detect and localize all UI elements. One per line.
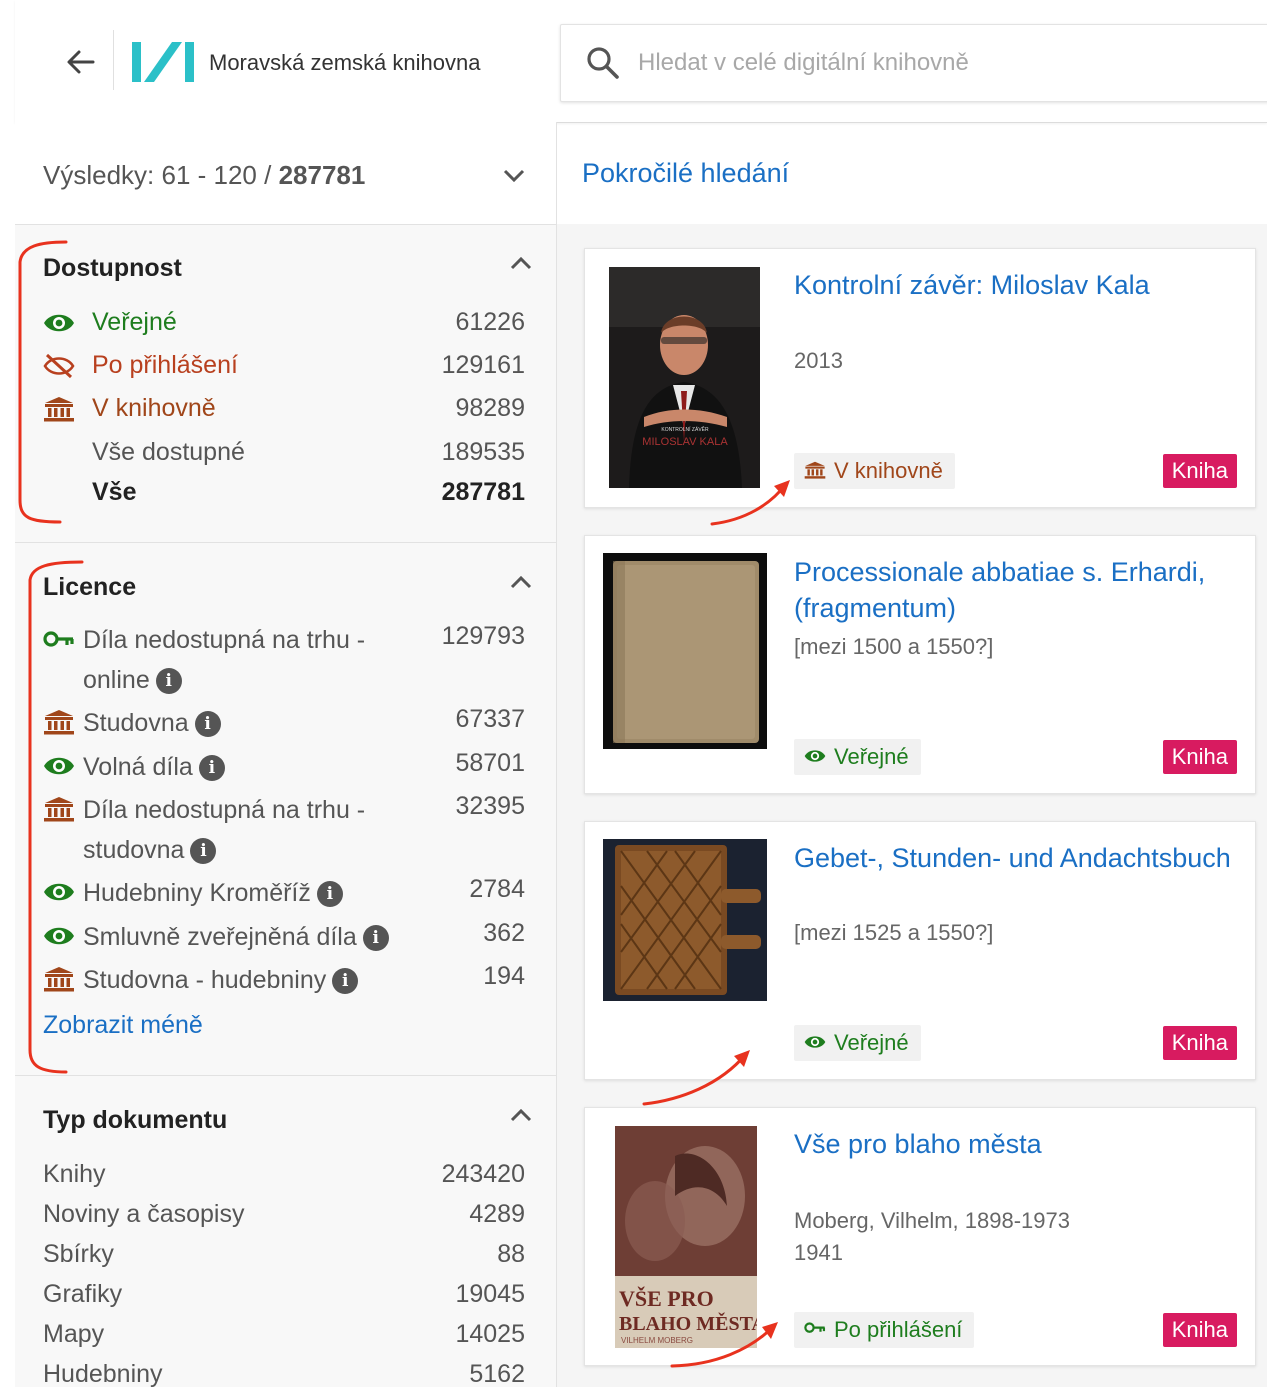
facet-sidebar: Výsledky: 61 - 120 / 287781 Dostupnost V… [15,122,557,1389]
library-icon [44,710,74,735]
arrow-left-icon [67,50,95,74]
access-badge: Veřejné [794,739,921,775]
search-icon [587,47,619,79]
cover-image[interactable] [603,839,767,1001]
svg-text:MILOSLAV KALA: MILOSLAV KALA [642,436,728,448]
result-card[interactable]: KONTROLNÍ ZÁVĚR MILOSLAV KALA Kontrolní … [584,248,1256,508]
access-badge: Po přihlášení [794,1312,975,1348]
card-meta: 2013 [794,348,843,373]
eye-icon [804,1036,826,1048]
library-icon [44,397,74,422]
type-item-grafiky[interactable]: Grafiky 19045 [43,1280,533,1309]
eye-icon [804,750,826,762]
key-icon [43,631,74,647]
library-name[interactable]: Moravská zemská knihovna [209,50,480,76]
card-title[interactable]: Gebet-, Stunden- und Andachtsbuch [794,840,1234,876]
access-badge: Veřejné [794,1025,921,1061]
info-icon[interactable]: i [316,881,343,908]
type-item-noviny[interactable]: Noviny a časopisy 4289 [43,1200,533,1229]
facet-title-typ-dokumentu: Typ dokumentu [43,1106,228,1134]
card-meta: [mezi 1525 a 1550?] [794,920,994,945]
type-item-hudebniny[interactable]: Hudebniny 5162 [43,1360,533,1389]
library-icon [44,797,74,822]
eye-icon [44,314,74,332]
cover-image[interactable]: KONTROLNÍ ZÁVĚR MILOSLAV KALA [609,267,760,488]
svg-text:VŠE PRO: VŠE PRO [619,1286,714,1311]
card-meta: [mezi 1500 a 1550?] [794,634,994,659]
type-item-sbirky[interactable]: Sbírky 88 [43,1240,533,1269]
result-card[interactable]: Processionale abbatiae s. Erhardi, (frag… [584,535,1256,794]
type-badge: Kniha [1162,1313,1237,1347]
eye-slash-icon [43,353,75,379]
type-badge: Kniha [1162,1026,1237,1060]
type-badge: Kniha [1162,454,1237,488]
svg-text:BLAHO MĚSTA: BLAHO MĚSTA [619,1311,757,1335]
info-icon[interactable]: i [362,925,389,952]
svg-text:KONTROLNÍ ZÁVĚR: KONTROLNÍ ZÁVĚR [661,425,709,433]
facet-title-dostupnost: Dostupnost [43,254,182,282]
result-card[interactable]: Gebet-, Stunden- und Andachtsbuch [mezi … [584,821,1256,1080]
key-icon [804,1322,826,1334]
library-logo[interactable] [130,40,196,89]
result-card[interactable]: VŠE PRO BLAHO MĚSTA VILHELM MOBERG Vše p… [584,1107,1256,1366]
library-icon [804,461,826,479]
header-separator [113,30,114,90]
search-placeholder[interactable]: Hledat v celé digitální knihovně [638,49,969,77]
info-icon[interactable]: i [332,968,359,995]
svg-text:VILHELM MOBERG: VILHELM MOBERG [621,1336,693,1345]
info-icon[interactable]: i [190,838,217,865]
back-button[interactable] [63,44,99,80]
chevron-up-icon[interactable] [509,252,533,276]
info-icon[interactable]: i [194,711,221,738]
info-icon[interactable]: i [155,668,182,695]
card-title[interactable]: Kontrolní závěr: Miloslav Kala [794,267,1234,303]
type-item-knihy[interactable]: Knihy 243420 [43,1160,533,1189]
logo-icon [132,42,194,82]
library-icon [44,967,74,992]
access-badge: V knihovně [794,453,955,489]
card-meta: Moberg, Vilhelm, 1898-1973 1941 [794,1208,1070,1265]
search-field[interactable]: Hledat v celé digitální knihovně [560,24,1267,102]
facet-divider [15,542,556,543]
results-bar[interactable]: Výsledky: 61 - 120 / 287781 [15,122,556,225]
advanced-search-link[interactable]: Pokročilé hledání [582,158,789,189]
chevron-up-icon[interactable] [509,1104,533,1128]
eye-icon [44,883,74,901]
results-count: Výsledky: 61 - 120 / 287781 [43,160,366,190]
facet-title-licence: Licence [43,573,137,601]
cover-image[interactable]: VŠE PRO BLAHO MĚSTA VILHELM MOBERG [615,1126,766,1348]
eye-icon [44,927,74,945]
show-less-link[interactable]: Zobrazit méně [43,1011,203,1040]
cover-image[interactable] [603,553,767,749]
chevron-down-icon[interactable] [501,162,527,188]
info-icon[interactable]: i [198,755,225,782]
facet-divider [15,1075,556,1076]
type-item-mapy[interactable]: Mapy 14025 [43,1320,533,1349]
eye-icon [44,757,74,775]
card-title[interactable]: Processionale abbatiae s. Erhardi, (frag… [794,554,1234,626]
chevron-up-icon[interactable] [509,571,533,595]
type-badge: Kniha [1162,740,1237,774]
card-title[interactable]: Vše pro blaho města [794,1126,1234,1162]
